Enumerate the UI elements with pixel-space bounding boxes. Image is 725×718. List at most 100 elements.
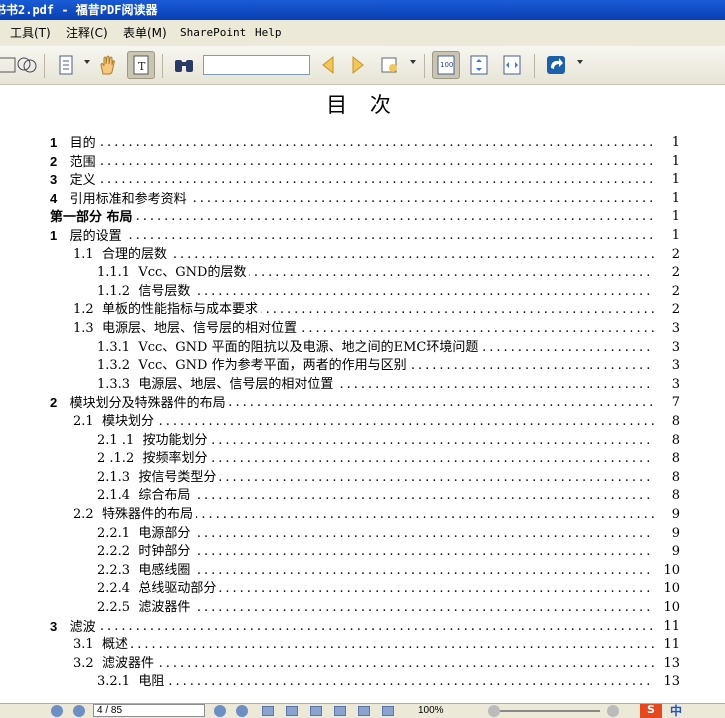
last-page-icon[interactable] — [236, 705, 248, 717]
toc-number: 1.3.3 — [97, 376, 131, 392]
zoom-level[interactable]: 100% — [418, 704, 444, 718]
zoom-slider[interactable] — [500, 710, 600, 712]
previous-page-icon[interactable] — [73, 705, 85, 717]
toc-entry[interactable]: ........................................… — [73, 320, 680, 338]
toc-page-number: 8 — [654, 468, 680, 487]
toc-number: 2.2 — [73, 507, 94, 522]
toc-page-number: 1 — [654, 189, 680, 208]
status-bar: 4 / 85 100% S 中 — [0, 703, 725, 718]
toc-number: 2.1.3 — [97, 469, 131, 485]
toc-number: 2.1 — [73, 414, 94, 429]
toc-entry[interactable]: ........................................… — [50, 152, 680, 172]
toc-text: Vcc、GND的层数 — [138, 265, 247, 281]
toc-entry[interactable]: ........................................… — [73, 413, 680, 431]
text-select-icon[interactable]: T — [127, 51, 155, 79]
toc-label: 2.2.1 电源部分 — [97, 524, 194, 543]
find-previous-icon[interactable] — [314, 51, 342, 79]
back-icon[interactable] — [262, 706, 274, 716]
toc-number: 3 — [50, 172, 58, 188]
menu-tools[interactable]: 工具(T) — [10, 20, 51, 46]
next-page-icon[interactable] — [214, 705, 226, 717]
toc-number: 2.2.2 — [97, 544, 131, 560]
chevron-down-icon[interactable] — [577, 60, 583, 64]
toc-entry[interactable]: ........................................… — [97, 580, 680, 599]
fit-page-icon[interactable] — [465, 51, 493, 79]
actual-size-icon[interactable]: 100 — [432, 51, 460, 79]
menu-form[interactable]: 表单(M) — [123, 20, 167, 46]
toc-entry[interactable]: ........................................… — [97, 487, 680, 506]
toc-entry[interactable]: ........................................… — [97, 282, 680, 301]
search-options-icon[interactable] — [376, 51, 404, 79]
toc-label: 2.2.2 时钟部分 — [97, 543, 194, 562]
toc-text: 时钟部分 — [138, 544, 191, 560]
toc-entry[interactable]: ........................................… — [73, 654, 680, 673]
ime-mode[interactable]: 中 — [670, 704, 682, 718]
document-icon[interactable] — [52, 51, 80, 79]
toc-entry[interactable]: ........................................… — [50, 208, 680, 228]
toc-entry[interactable]: ........................................… — [50, 394, 680, 414]
toc-entry[interactable]: ........................................… — [97, 561, 680, 580]
toc-page-number: 2 — [654, 282, 680, 301]
find-next-icon[interactable] — [344, 51, 372, 79]
toc-page-number: 2 — [654, 264, 680, 283]
toc-leader: ........................................… — [50, 135, 662, 150]
chevron-down-icon[interactable] — [410, 60, 416, 64]
toc-entry[interactable]: ........................................… — [97, 375, 680, 394]
facing-icon[interactable] — [358, 706, 370, 716]
toc-entry[interactable]: ........................................… — [73, 636, 680, 655]
toc-entry[interactable]: ........................................… — [50, 189, 680, 209]
toc-entry[interactable]: ........................................… — [97, 357, 680, 376]
zoom-out-icon[interactable] — [488, 705, 500, 717]
toc-entry[interactable]: ........................................… — [50, 617, 680, 637]
toc-page-number: 13 — [654, 654, 680, 673]
search-input[interactable] — [203, 55, 310, 75]
toc-entry[interactable]: ........................................… — [73, 506, 680, 524]
toc-entry[interactable]: ........................................… — [97, 338, 680, 357]
continuous-icon[interactable] — [334, 706, 346, 716]
fit-width-icon[interactable] — [498, 51, 526, 79]
toc-entry[interactable]: ........................................… — [97, 431, 680, 450]
toc-page-number: 3 — [654, 357, 680, 376]
zoom-in-icon[interactable] — [607, 705, 619, 717]
toc-page-number: 8 — [654, 431, 680, 450]
toc-leader: ........................................… — [50, 228, 662, 243]
ime-logo-icon[interactable]: S — [640, 704, 662, 718]
rotate-icon[interactable] — [542, 51, 570, 79]
menu-bar: 工具(T) 注释(C) 表单(M) SharePoint Help — [0, 20, 725, 46]
toc-entry[interactable]: ........................................… — [97, 543, 680, 562]
toc-page-number: 1 — [654, 152, 680, 171]
toc-entry[interactable]: ........................................… — [97, 599, 680, 617]
binoculars-icon[interactable] — [170, 51, 198, 79]
toc-page-number: 3 — [654, 338, 680, 357]
toc-entry[interactable]: ........................................… — [50, 227, 680, 246]
first-page-icon[interactable] — [51, 705, 63, 717]
toc-entry[interactable]: ........................................… — [73, 301, 680, 320]
hand-icon[interactable] — [94, 51, 122, 79]
toolbar: T 100 — [0, 46, 725, 85]
toc-leader: ........................................… — [50, 153, 662, 169]
chevron-down-icon[interactable] — [84, 60, 90, 64]
forward-icon[interactable] — [286, 706, 298, 716]
toc-entry[interactable]: ........................................… — [73, 245, 680, 264]
toc-number: 1.3.2 — [97, 358, 131, 374]
toc-label: 3.1 概述 — [73, 636, 131, 655]
toc-text: 按信号类型分 — [138, 469, 217, 485]
toc-entry[interactable]: ........................................… — [50, 134, 680, 153]
toc-page-number: 8 — [654, 487, 680, 506]
continuous-facing-icon[interactable] — [382, 706, 394, 716]
menu-help[interactable]: Help — [255, 20, 282, 46]
toc-entry[interactable]: ........................................… — [97, 264, 680, 283]
single-page-icon[interactable] — [310, 706, 322, 716]
menu-comment[interactable]: 注释(C) — [66, 20, 108, 46]
toc-label: 2.2.3 电感线圈 — [97, 561, 194, 580]
menu-sharepoint[interactable]: SharePoint — [180, 20, 246, 46]
toc-entry[interactable]: ........................................… — [97, 524, 680, 543]
toc-entry[interactable]: ........................................… — [97, 673, 680, 692]
toc-entry[interactable]: ........................................… — [97, 450, 680, 469]
toc-entry[interactable]: ........................................… — [50, 171, 680, 191]
toc-text: 信号层数 — [138, 283, 191, 299]
page-number-input[interactable]: 4 / 85 — [93, 704, 205, 717]
toc-number: 2 — [50, 395, 58, 411]
select-area-icon[interactable] — [12, 51, 40, 79]
toc-entry[interactable]: ........................................… — [97, 468, 680, 487]
